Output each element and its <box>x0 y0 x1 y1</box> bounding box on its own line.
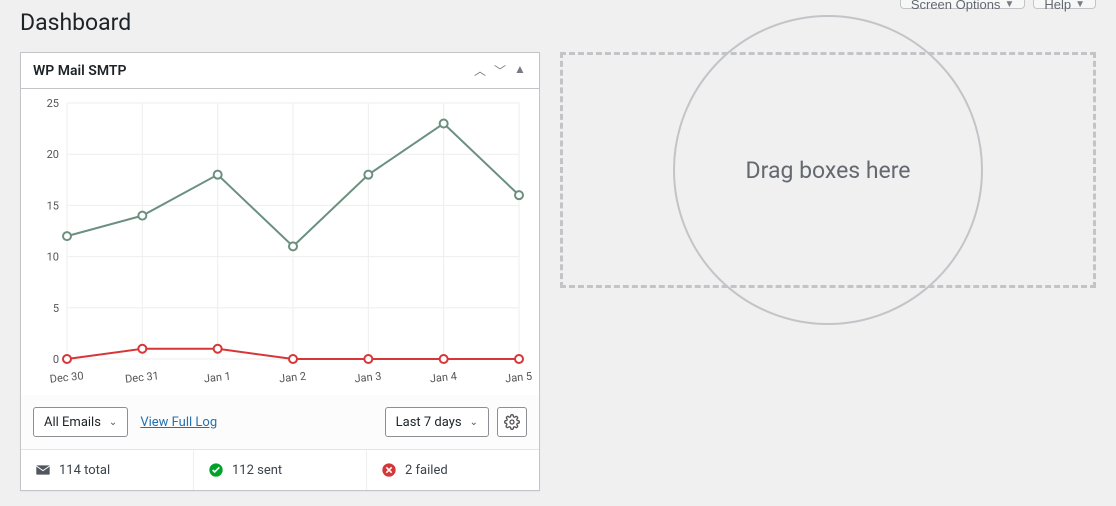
svg-text:Dec 30: Dec 30 <box>49 369 84 385</box>
check-circle-icon <box>208 462 224 478</box>
view-full-log-link[interactable]: View Full Log <box>140 415 217 430</box>
svg-text:15: 15 <box>47 199 59 212</box>
x-circle-icon <box>381 462 397 478</box>
svg-text:Jan 5: Jan 5 <box>505 370 533 386</box>
svg-text:0: 0 <box>53 353 59 366</box>
svg-text:Jan 3: Jan 3 <box>354 370 382 386</box>
svg-text:Jan 2: Jan 2 <box>279 370 307 386</box>
caret-down-icon: ▼ <box>1004 0 1014 10</box>
svg-text:25: 25 <box>47 97 59 110</box>
svg-text:Jan 4: Jan 4 <box>429 370 457 386</box>
chevron-down-icon: ⌄ <box>109 417 117 428</box>
stats-row: 114 total 112 sent 2 failed <box>21 450 539 490</box>
svg-text:10: 10 <box>47 251 59 264</box>
caret-down-icon: ▼ <box>1075 0 1085 10</box>
stat-failed-label: 2 failed <box>405 463 448 478</box>
widget-wp-mail-smtp: WP Mail SMTP ︿ ﹀ ▲ 0 5 10 15 20 25 Dec 30 Dec 3… <box>20 52 540 491</box>
drop-zone-label: Drag boxes here <box>746 157 911 184</box>
stat-failed: 2 failed <box>367 450 539 490</box>
screen-options-button[interactable]: Screen Options ▼ <box>900 0 1026 9</box>
stat-sent: 112 sent <box>194 450 367 490</box>
range-select[interactable]: Last 7 days ⌄ <box>385 407 489 437</box>
chart: 0 5 10 15 20 25 Dec 30 Dec 31 Jan 1 Jan 2 Jan 3 Jan… <box>21 89 539 395</box>
move-down-icon[interactable]: ﹀ <box>493 62 507 79</box>
gear-icon <box>504 414 520 430</box>
move-up-icon[interactable]: ︿ <box>473 62 487 79</box>
help-button[interactable]: Help ▼ <box>1033 0 1096 9</box>
svg-text:5: 5 <box>53 302 59 315</box>
widget-header[interactable]: WP Mail SMTP ︿ ﹀ ▲ <box>21 53 539 89</box>
settings-button[interactable] <box>497 407 527 437</box>
filter-select-label: All Emails <box>44 415 101 430</box>
svg-text:20: 20 <box>47 148 59 161</box>
svg-text:Jan 1: Jan 1 <box>203 370 231 386</box>
toggle-collapse-icon[interactable]: ▲ <box>513 62 527 79</box>
widget-title: WP Mail SMTP <box>33 63 126 79</box>
drop-zone[interactable]: Drag boxes here <box>560 52 1096 288</box>
widget-controls: All Emails ⌄ View Full Log Last 7 days ⌄ <box>21 395 539 450</box>
range-select-label: Last 7 days <box>396 415 462 430</box>
stat-total: 114 total <box>21 450 194 490</box>
stat-sent-label: 112 sent <box>232 463 282 478</box>
svg-text:Dec 31: Dec 31 <box>124 369 159 385</box>
stat-total-label: 114 total <box>59 463 110 478</box>
help-label: Help <box>1044 0 1071 12</box>
envelope-icon <box>35 462 51 478</box>
screen-options-label: Screen Options <box>911 0 1001 12</box>
filter-select[interactable]: All Emails ⌄ <box>33 407 128 437</box>
chevron-down-icon: ⌄ <box>470 417 478 428</box>
